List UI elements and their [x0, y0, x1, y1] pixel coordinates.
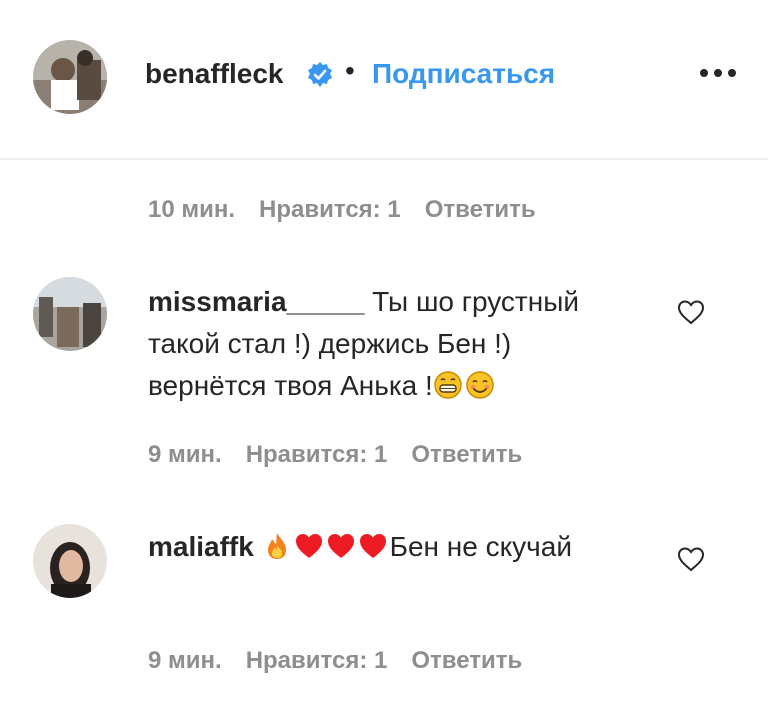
comment-meta: 10 мин. Нравится: 1 Ответить [148, 196, 560, 224]
post-header: benaffleck • Подписаться [0, 0, 768, 160]
like-heart-icon[interactable] [676, 298, 706, 326]
comment-meta: 9 мин. Нравится: 1 Ответить [148, 441, 546, 469]
comment-text: Бен не скучай [389, 531, 572, 562]
reply-button[interactable]: Ответить [411, 647, 522, 674]
comment-body: maliaffk Бен не скучай [148, 526, 628, 568]
red-heart-emoji-icon [359, 534, 386, 558]
commenter-username[interactable]: missmaria_____ [148, 286, 364, 317]
comment-time: 10 мин. [148, 196, 236, 223]
comment-likes[interactable]: Нравится: 1 [246, 441, 388, 468]
comment-body: missmaria_____ Ты шо грустный такой стал… [148, 281, 628, 407]
verified-badge-icon [308, 62, 332, 87]
author-avatar[interactable] [33, 40, 107, 114]
red-heart-emoji-icon [295, 534, 322, 558]
smiling-face-emoji-icon [466, 371, 494, 399]
commenter-avatar[interactable] [33, 277, 107, 351]
author-username[interactable]: benaffleck [145, 58, 284, 90]
reply-button[interactable]: Ответить [425, 196, 536, 223]
comment-likes[interactable]: Нравится: 1 [246, 647, 388, 674]
comment-meta: 9 мин. Нравится: 1 Ответить [148, 647, 546, 675]
like-heart-icon[interactable] [676, 545, 706, 573]
follow-button[interactable]: Подписаться [372, 58, 555, 90]
more-options-icon[interactable] [695, 58, 741, 88]
comment-time: 9 мин. [148, 441, 222, 468]
comment-time: 9 мин. [148, 647, 222, 674]
grinning-face-emoji-icon [434, 371, 462, 399]
fire-emoji-icon [267, 533, 286, 559]
reply-button[interactable]: Ответить [411, 441, 522, 468]
comment-likes[interactable]: Нравится: 1 [259, 196, 401, 223]
red-heart-emoji-icon [327, 534, 354, 558]
separator-dot: • [345, 55, 355, 86]
commenter-username[interactable]: maliaffk [148, 531, 254, 562]
commenter-avatar[interactable] [33, 524, 107, 598]
